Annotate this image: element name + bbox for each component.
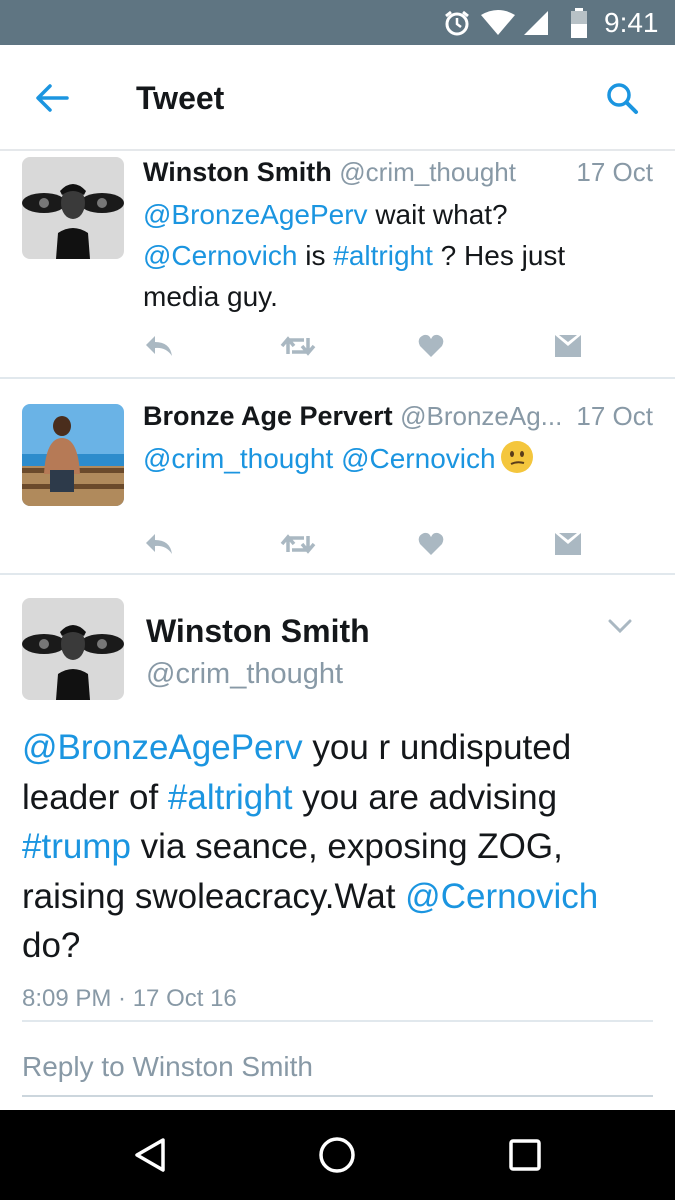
- reply-tweet[interactable]: Bronze Age Pervert @BronzeAg... 17 Oct @…: [0, 381, 675, 575]
- tweet-actions: [143, 524, 603, 564]
- tweet-header: Winston Smith @crim_thought 17 Oct: [143, 154, 653, 190]
- tweet-date: 17 Oct: [568, 154, 653, 190]
- cell-signal-icon: [521, 0, 551, 45]
- main-tweet: Winston Smith @crim_thought @BronzeAgePe…: [0, 577, 675, 1110]
- tweet-timestamp: 8:09 PM · 17 Oct 16: [22, 985, 237, 1012]
- like-heart-icon[interactable]: [411, 524, 451, 564]
- tweet-actions: [143, 326, 603, 366]
- tweet-text-segment: wait what?: [367, 199, 508, 230]
- tweet-header: Bronze Age Pervert @BronzeAg... 17 Oct: [143, 398, 653, 434]
- like-heart-icon[interactable]: [411, 326, 451, 366]
- tweet-text-segment: is: [297, 240, 334, 271]
- tweet-date: 17 Oct: [568, 398, 653, 434]
- hashtag-link[interactable]: #trump: [22, 827, 131, 866]
- author-handle[interactable]: @BronzeAg...: [400, 401, 562, 431]
- avatar[interactable]: [22, 598, 124, 700]
- back-arrow-icon[interactable]: [28, 77, 76, 119]
- author-name[interactable]: Winston Smith: [143, 157, 332, 187]
- page-title: Tweet: [136, 80, 225, 116]
- divider: [22, 1020, 653, 1022]
- reply-icon[interactable]: [139, 326, 179, 366]
- confused-face-emoji: [500, 440, 534, 474]
- avatar[interactable]: [22, 157, 124, 259]
- reply-icon[interactable]: [139, 524, 179, 564]
- tweet-text: @BronzeAgePerv you r undisputed leader o…: [22, 723, 652, 971]
- tweet-text-segment: do?: [22, 926, 81, 965]
- chevron-down-icon[interactable]: [602, 611, 638, 641]
- retweet-icon[interactable]: [278, 326, 318, 366]
- mention-link[interactable]: @Cernovich: [341, 443, 495, 474]
- tweet-text: @BronzeAgePerv wait what? @Cernovich is #…: [143, 194, 645, 317]
- search-icon[interactable]: [598, 75, 646, 121]
- author-name[interactable]: Winston Smith: [146, 611, 370, 651]
- nav-recents-icon[interactable]: [495, 1130, 555, 1180]
- retweet-icon[interactable]: [278, 524, 318, 564]
- app-bar: Tweet: [0, 45, 675, 151]
- battery-icon: [567, 0, 591, 45]
- reply-tweet[interactable]: Winston Smith @crim_thought 17 Oct @Bron…: [0, 151, 675, 379]
- status-bar: 9:41: [0, 0, 675, 45]
- tweet-text-segment: you are advising: [292, 777, 558, 817]
- tweet-text: @crim_thought @Cernovich: [143, 438, 645, 479]
- nav-back-icon[interactable]: [120, 1130, 180, 1180]
- system-nav-bar: [0, 1110, 675, 1200]
- alarm-clock-icon: [441, 0, 473, 45]
- author-handle[interactable]: @crim_thought: [339, 157, 516, 187]
- nav-home-icon[interactable]: [307, 1130, 367, 1180]
- direct-message-icon[interactable]: [548, 326, 588, 366]
- hashtag-link[interactable]: #altright: [168, 778, 293, 817]
- wifi-icon: [481, 0, 515, 45]
- mention-link[interactable]: @BronzeAgePerv: [143, 199, 368, 230]
- avatar[interactable]: [22, 404, 124, 506]
- mention-link[interactable]: @Cernovich: [143, 240, 297, 271]
- author-handle[interactable]: @crim_thought: [146, 654, 343, 694]
- author-name[interactable]: Bronze Age Pervert: [143, 401, 393, 431]
- hashtag-link[interactable]: #altright: [333, 240, 433, 271]
- mention-link[interactable]: @crim_thought: [143, 443, 333, 474]
- mention-link[interactable]: @BronzeAgePerv: [22, 728, 303, 767]
- status-time: 9:41: [604, 6, 659, 38]
- mention-link[interactable]: @Cernovich: [405, 877, 598, 916]
- reply-input[interactable]: Reply to Winston Smith: [22, 1047, 653, 1097]
- direct-message-icon[interactable]: [548, 524, 588, 564]
